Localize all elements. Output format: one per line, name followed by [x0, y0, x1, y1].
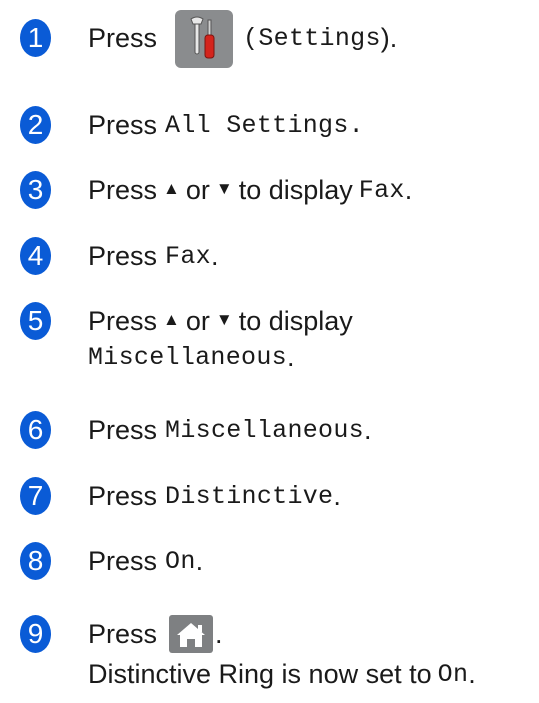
to-display-label: to display	[238, 174, 353, 205]
code-miscellaneous: Miscellaneous	[88, 342, 287, 372]
step-number-5: 5	[20, 302, 51, 340]
up-arrow-icon: ▲	[163, 310, 180, 329]
step-4-text: Press Fax .	[88, 237, 218, 275]
or-label: or	[185, 174, 210, 205]
step-number-1: 1	[20, 19, 51, 57]
press-label: Press	[88, 305, 158, 336]
step-9-text: Press .	[88, 615, 223, 653]
step-1-text: Press ( Settings ).	[88, 10, 398, 68]
press-label: Press	[88, 109, 158, 140]
step-2-text: Press All Settings .	[88, 106, 364, 144]
step-number-7: 7	[20, 477, 51, 515]
code-settings: Settings	[258, 23, 381, 53]
press-label: Press	[88, 174, 158, 205]
code-on: On	[165, 546, 196, 576]
step-number-4: 4	[20, 237, 51, 275]
end-punct: .	[333, 480, 341, 511]
down-arrow-icon: ▼	[215, 179, 233, 198]
end-punct: .	[348, 110, 364, 140]
code-all-settings: All Settings	[165, 110, 349, 140]
step-5-text-line2: Miscellaneous .	[88, 338, 294, 376]
code-fax: Fax	[165, 241, 211, 271]
code-fax: Fax	[358, 175, 405, 205]
step-number-9: 9	[20, 615, 51, 653]
end-punct: .	[404, 174, 413, 205]
step-6-text: Press Miscellaneous .	[88, 411, 371, 449]
result-text: Distinctive Ring is now set to	[88, 658, 432, 689]
step-7-text: Press Distinctive .	[88, 477, 341, 515]
end-punct: .	[215, 618, 223, 649]
step-number-2: 2	[20, 106, 51, 144]
up-arrow-icon: ▲	[163, 179, 180, 198]
paren-open: (	[243, 23, 259, 53]
press-label: Press	[88, 22, 158, 53]
step-number-3: 3	[20, 171, 51, 209]
press-label: Press	[88, 480, 158, 511]
press-label: Press	[88, 545, 158, 576]
step-5-text: Press ▲ or ▼ to display	[88, 302, 353, 340]
code-miscellaneous: Miscellaneous	[165, 415, 364, 445]
to-display-label: to display	[238, 305, 353, 336]
end-punct: .	[195, 545, 204, 576]
or-label: or	[185, 305, 210, 336]
end-punct: .	[468, 658, 476, 689]
press-label: Press	[88, 618, 158, 649]
down-arrow-icon: ▼	[215, 310, 233, 329]
press-label: Press	[88, 414, 158, 445]
code-on: On	[437, 659, 469, 689]
step-number-6: 6	[20, 411, 51, 449]
step-number-8: 8	[20, 542, 51, 580]
press-label: Press	[88, 240, 158, 271]
end-punct: .	[363, 414, 372, 445]
step-9-result: Distinctive Ring is now set to On .	[88, 655, 476, 693]
code-distinctive: Distinctive	[165, 481, 334, 511]
step-8-text: Press On .	[88, 542, 203, 580]
step-3-text: Press ▲ or ▼ to display Fax .	[88, 171, 412, 209]
end-punct: .	[286, 341, 295, 372]
end-punct: .	[210, 240, 219, 271]
settings-icon	[175, 10, 234, 68]
home-icon	[169, 615, 214, 653]
close-punct: ).	[380, 22, 398, 53]
